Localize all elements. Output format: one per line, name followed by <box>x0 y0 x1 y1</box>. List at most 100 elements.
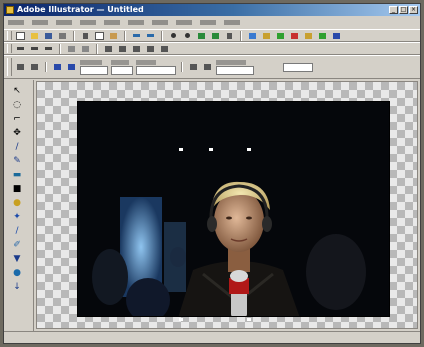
selection-handle[interactable] <box>179 318 183 321</box>
menu-item-5[interactable] <box>104 20 120 25</box>
option-field-3[interactable] <box>136 65 176 75</box>
save-icon[interactable] <box>43 31 54 41</box>
format-toolbar <box>4 42 420 55</box>
arrange-icon-3[interactable] <box>131 44 142 54</box>
align-right-icon[interactable] <box>43 44 54 54</box>
canvas-area[interactable] <box>36 81 418 329</box>
selection-handle[interactable] <box>209 148 213 151</box>
flip-icon[interactable] <box>210 31 221 41</box>
rotate-icon[interactable] <box>196 31 207 41</box>
print-icon[interactable] <box>57 31 68 41</box>
hand-icon[interactable]: ● <box>11 268 23 279</box>
cut-icon[interactable] <box>80 31 91 41</box>
zoom-tool-icon[interactable]: ↓ <box>11 282 23 293</box>
selection-handle[interactable] <box>247 318 251 321</box>
option-label-1 <box>80 59 102 65</box>
toolbar-grip[interactable] <box>7 58 12 76</box>
selection-handle[interactable] <box>179 148 183 151</box>
option-field-4[interactable] <box>216 65 254 75</box>
status-bar <box>4 331 420 343</box>
resize-icon[interactable] <box>247 31 258 41</box>
paste-icon[interactable] <box>108 31 119 41</box>
menu-item-8[interactable] <box>176 20 192 25</box>
arrange-icon-5[interactable] <box>159 44 170 54</box>
toolbar-separator <box>240 30 242 41</box>
title-bar[interactable]: Adobe Illustrator — Untitled _ □ × <box>4 4 420 16</box>
option-dropdown[interactable] <box>283 62 313 72</box>
photo-image <box>78 102 389 316</box>
minimize-button[interactable]: _ <box>389 6 398 14</box>
copy-icon[interactable] <box>94 31 105 41</box>
menu-item-4[interactable] <box>80 20 96 25</box>
tool-preset-icon-2[interactable] <box>29 62 40 72</box>
option-label-3 <box>136 59 156 65</box>
standard-toolbar <box>4 29 420 42</box>
shape-icon[interactable]: ▼ <box>11 254 23 265</box>
undo-icon[interactable] <box>131 31 142 41</box>
brush-icon[interactable]: / <box>11 142 23 153</box>
option-field-1[interactable] <box>80 65 108 75</box>
toolbar-separator <box>59 43 61 54</box>
app-window: Adobe Illustrator — Untitled _ □ × ↖ ◌ ⌐… <box>3 3 421 344</box>
eraser-icon[interactable]: ▬ <box>11 170 23 181</box>
align-center-icon[interactable] <box>29 44 40 54</box>
arrange-icon-2[interactable] <box>117 44 128 54</box>
app-icon <box>6 6 14 14</box>
toolbar-separator <box>96 43 98 54</box>
toolbar-separator <box>45 62 47 72</box>
menu-item-2[interactable] <box>32 20 48 25</box>
crop-tool-icon[interactable]: ⌐ <box>11 114 23 125</box>
menu-item-3[interactable] <box>56 20 72 25</box>
lasso-icon[interactable]: ◌ <box>11 100 23 111</box>
brush-option-icon[interactable] <box>52 62 63 72</box>
document-photo[interactable] <box>77 101 390 317</box>
clone-icon[interactable]: ✦ <box>11 212 23 223</box>
redo-icon[interactable] <box>145 31 156 41</box>
toolbar-grip[interactable] <box>7 44 12 53</box>
group-icon[interactable] <box>80 44 91 54</box>
menu-bar <box>4 16 420 29</box>
brush-option-icon-2[interactable] <box>66 62 77 72</box>
menu-item-6[interactable] <box>128 20 144 25</box>
text-icon[interactable]: ● <box>11 198 23 209</box>
toolbar-separator <box>181 62 183 72</box>
color-icon-4[interactable] <box>317 31 328 41</box>
menu-item-9[interactable] <box>200 20 216 25</box>
tools-palette: ↖ ◌ ⌐ ✥ / ✎ ▬ ■ ● ✦ / ✐ ▼ ● ↓ <box>4 80 34 332</box>
menu-item-7[interactable] <box>152 20 168 25</box>
menu-item-10[interactable] <box>224 20 240 25</box>
toolbar-grip[interactable] <box>7 31 12 40</box>
align-left-icon[interactable] <box>15 44 26 54</box>
tool-options-bar <box>4 55 420 79</box>
move-icon[interactable]: ✥ <box>11 128 23 139</box>
help-icon[interactable] <box>331 31 342 41</box>
arrange-icon[interactable] <box>103 44 114 54</box>
toolbar-separator <box>73 30 75 41</box>
new-file-icon[interactable] <box>15 31 26 41</box>
selection-handle[interactable] <box>247 148 251 151</box>
select-icon[interactable]: ↖ <box>11 86 23 97</box>
option-field-2[interactable] <box>111 65 133 75</box>
antialias-icon[interactable] <box>188 62 199 72</box>
maximize-button[interactable]: □ <box>399 6 408 14</box>
layer-icon[interactable] <box>66 44 77 54</box>
zoom-out-icon[interactable] <box>182 31 193 41</box>
toolbar-separator <box>161 30 163 41</box>
menu-item-1[interactable] <box>8 20 24 25</box>
antialias-icon-2[interactable] <box>202 62 213 72</box>
close-button[interactable]: × <box>409 6 418 14</box>
open-icon[interactable] <box>29 31 40 41</box>
color-icon-2[interactable] <box>289 31 300 41</box>
option-label-4 <box>216 59 246 65</box>
zoom-in-icon[interactable] <box>168 31 179 41</box>
color-icon[interactable] <box>275 31 286 41</box>
image-icon[interactable] <box>261 31 272 41</box>
crop-icon[interactable] <box>224 31 235 41</box>
fill-icon[interactable]: ■ <box>11 184 23 195</box>
pencil-icon[interactable]: ✎ <box>11 156 23 167</box>
smudge-icon[interactable]: / <box>11 226 23 237</box>
tool-preset-icon[interactable] <box>15 62 26 72</box>
color-icon-3[interactable] <box>303 31 314 41</box>
eyedropper-icon[interactable]: ✐ <box>11 240 23 251</box>
arrange-icon-4[interactable] <box>145 44 156 54</box>
